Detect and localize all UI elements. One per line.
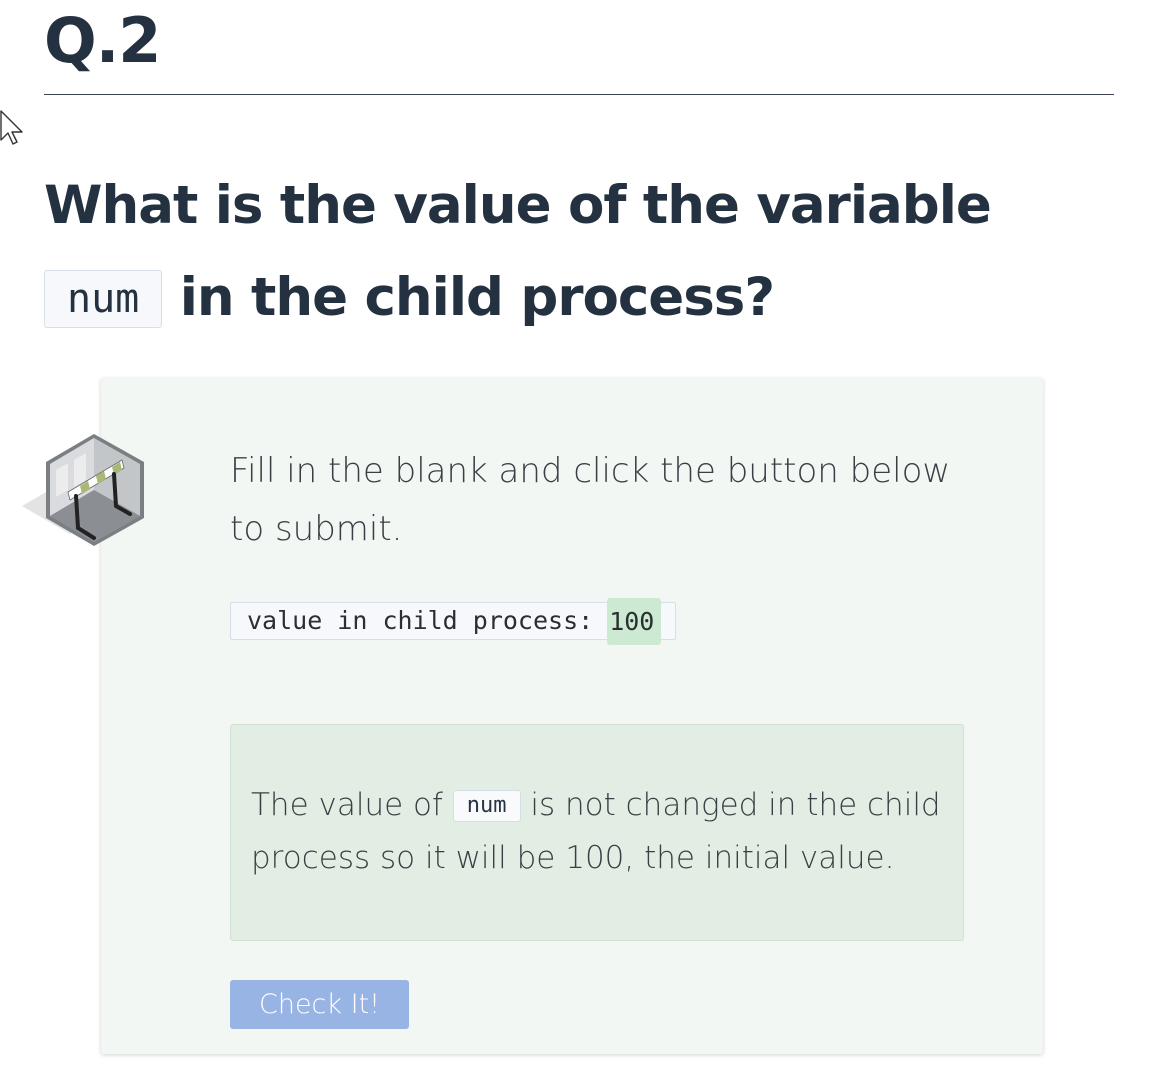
check-it-button[interactable]: Check It! (230, 980, 409, 1029)
question-text-before: What is the value of the variable (44, 175, 992, 236)
mouse-pointer-icon (0, 110, 23, 145)
blank-suffix (661, 603, 675, 639)
feedback-code: num (452, 790, 521, 822)
blank-prefix: value in child process: (247, 606, 594, 635)
question-code: num (44, 270, 163, 328)
question-number: Q.2 (44, 4, 161, 77)
feedback-box: The value of num is not changed in the c… (230, 724, 964, 941)
barrier-room-icon (22, 434, 144, 546)
question-text-after: in the child process? (179, 267, 775, 328)
feedback-text-before: The value of (251, 787, 443, 823)
header-divider (44, 94, 1114, 95)
quiz-page: Q.2 What is the value of the variable nu… (0, 0, 1157, 1086)
feedback-text: The value of num is not changed in the c… (251, 779, 951, 885)
fill-in-blank: value in child process: (230, 598, 677, 645)
answer-input[interactable] (607, 598, 662, 645)
instruction-text: Fill in the blank and click the button b… (230, 451, 951, 549)
question-heading: What is the value of the variable num in… (44, 160, 1124, 344)
